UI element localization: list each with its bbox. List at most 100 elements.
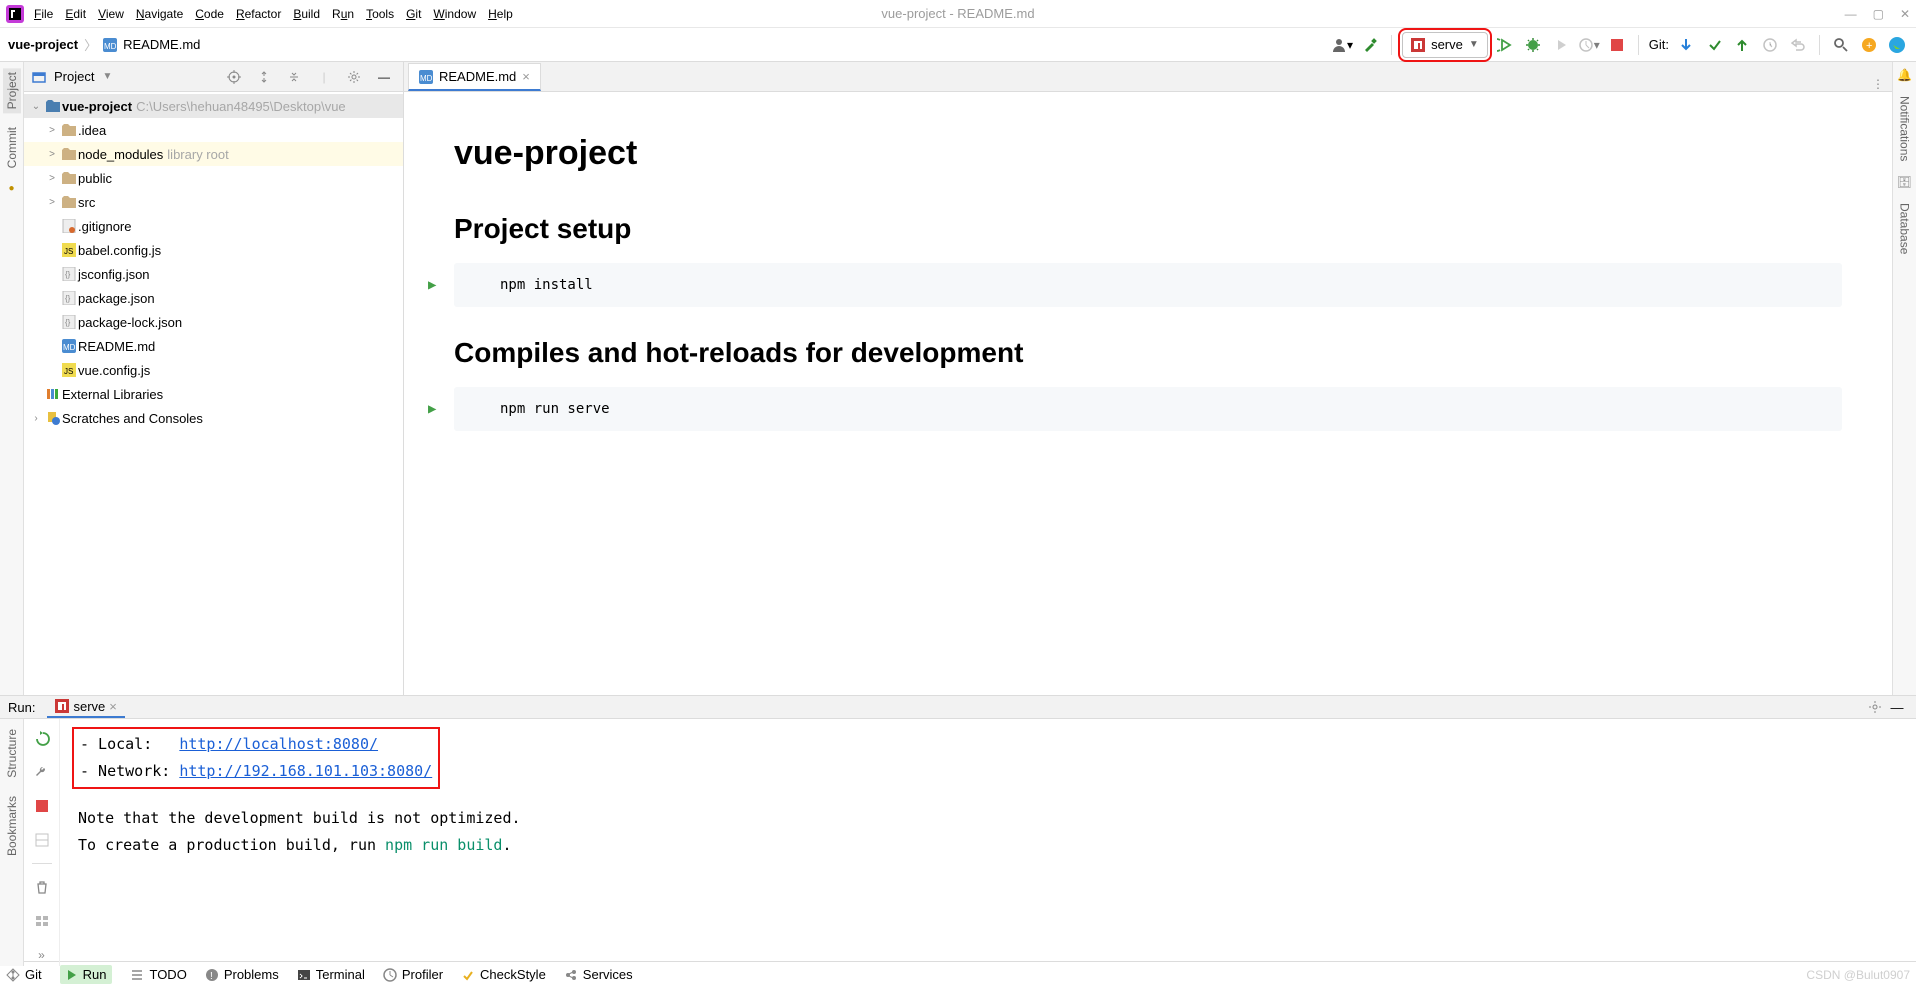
tree-item--gitignore[interactable]: .gitignore	[24, 214, 403, 238]
menu-help[interactable]: Help	[488, 7, 513, 21]
chevron-right-icon[interactable]: >	[44, 149, 60, 160]
status-run[interactable]: Run	[60, 965, 113, 984]
tree-item-jsconfig-json[interactable]: {}jsconfig.json	[24, 262, 403, 286]
status-problems[interactable]: !Problems	[205, 967, 279, 982]
gear-icon[interactable]	[1864, 696, 1886, 718]
chevron-right-icon[interactable]: >	[44, 173, 60, 184]
right-tab-database[interactable]: Database	[1896, 199, 1914, 258]
chevron-right-icon[interactable]: ›	[28, 413, 44, 424]
tree-item-package-json[interactable]: {}package.json	[24, 286, 403, 310]
menu-code[interactable]: Code	[195, 7, 224, 21]
chevron-right-icon[interactable]: >	[44, 197, 60, 208]
git-rollback-icon[interactable]	[1787, 34, 1809, 56]
tree-item-public[interactable]: >public	[24, 166, 403, 190]
stop-icon[interactable]	[31, 795, 53, 817]
tree-item-babel-config-js[interactable]: JSbabel.config.js	[24, 238, 403, 262]
close-tab-icon[interactable]: ×	[522, 69, 530, 84]
chevron-down-icon[interactable]: ⌄	[28, 101, 44, 112]
stop-icon[interactable]	[1606, 34, 1628, 56]
hide-icon[interactable]: —	[373, 66, 395, 88]
expand-icon[interactable]: »	[31, 944, 53, 966]
status-terminal[interactable]: Terminal	[297, 967, 365, 982]
layout-icon[interactable]	[31, 829, 53, 851]
menu-view[interactable]: View	[98, 7, 124, 21]
breadcrumb-file[interactable]: README.md	[123, 37, 200, 52]
right-tab-notifications[interactable]: Notifications	[1896, 92, 1914, 165]
project-pane-title[interactable]: Project	[54, 69, 94, 84]
tree-item-vue-config-js[interactable]: JSvue.config.js	[24, 358, 403, 382]
menu-build[interactable]: Build	[293, 7, 320, 21]
menu-git[interactable]: Git	[406, 7, 421, 21]
git-update-icon[interactable]	[1675, 34, 1697, 56]
expand-all-icon[interactable]	[253, 66, 275, 88]
wrench-icon[interactable]	[31, 761, 53, 783]
left-tab-structure[interactable]: Structure	[3, 725, 21, 782]
chevron-right-icon[interactable]: >	[44, 125, 60, 136]
tree-scratches[interactable]: › Scratches and Consoles	[24, 406, 403, 430]
run-gutter-icon[interactable]: ▶	[428, 277, 436, 293]
menu-window[interactable]: Window	[433, 7, 476, 21]
codewithme-icon[interactable]	[1886, 34, 1908, 56]
tree-item-src[interactable]: >src	[24, 190, 403, 214]
collapse-all-icon[interactable]	[283, 66, 305, 88]
md-h1: vue-project	[454, 134, 1842, 173]
close-tab-icon[interactable]: ×	[109, 699, 117, 714]
menu-run[interactable]: Run	[332, 7, 354, 21]
breadcrumb-root[interactable]: vue-project	[8, 37, 78, 52]
tree-item-package-lock-json[interactable]: {}package-lock.json	[24, 310, 403, 334]
build-hammer-icon[interactable]	[1359, 34, 1381, 56]
menu-navigate[interactable]: Navigate	[136, 7, 183, 21]
maximize-button[interactable]: ▢	[1873, 7, 1884, 21]
tree-external-libs[interactable]: External Libraries	[24, 382, 403, 406]
rerun-icon[interactable]	[31, 727, 53, 749]
minimize-button[interactable]: —	[1845, 7, 1857, 21]
menu-refactor[interactable]: Refactor	[236, 7, 281, 21]
left-tab-project[interactable]: Project	[3, 68, 21, 113]
git-commit-icon[interactable]	[1703, 34, 1725, 56]
profile-dropdown-icon[interactable]: ▾	[1578, 34, 1600, 56]
status-git[interactable]: Git	[6, 967, 42, 982]
tree-root[interactable]: ⌄ vue-project C:\Users\hehuan48495\Deskt…	[24, 94, 403, 118]
editor-tab-readme[interactable]: MD README.md ×	[408, 63, 541, 91]
database-icon[interactable]: 🗄	[1897, 175, 1912, 189]
status-todo[interactable]: TODO	[130, 967, 186, 982]
ide-settings-icon[interactable]: +	[1858, 34, 1880, 56]
debug-icon[interactable]	[1522, 34, 1544, 56]
left-tab-commit[interactable]: Commit	[3, 123, 21, 172]
chevron-down-icon[interactable]: ▼	[102, 71, 112, 82]
run-tab-serve[interactable]: serve ×	[47, 697, 124, 718]
close-button[interactable]: ✕	[1900, 7, 1910, 21]
gear-icon[interactable]	[343, 66, 365, 88]
coverage-icon[interactable]	[1550, 34, 1572, 56]
breadcrumb[interactable]: vue-project 〉 MD README.md	[8, 35, 200, 54]
status-services[interactable]: Services	[564, 967, 633, 982]
bell-icon[interactable]: 🔔	[1897, 68, 1912, 82]
local-url-link[interactable]: http://localhost:8080/	[179, 735, 378, 753]
run-rerun-icon[interactable]	[1494, 34, 1516, 56]
tree-item-README-md[interactable]: MDREADME.md	[24, 334, 403, 358]
menu-file[interactable]: File	[34, 7, 53, 21]
git-history-icon[interactable]	[1759, 34, 1781, 56]
libraries-icon	[44, 387, 62, 401]
menu-edit[interactable]: Edit	[65, 7, 86, 21]
menu-tools[interactable]: Tools	[366, 7, 394, 21]
tree-item--idea[interactable]: >.idea	[24, 118, 403, 142]
status-profiler[interactable]: Profiler	[383, 967, 443, 982]
project-view-icon	[32, 70, 46, 84]
tabs-more-icon[interactable]: ⋮	[1872, 77, 1884, 91]
git-push-icon[interactable]	[1731, 34, 1753, 56]
tree-item-node_modules[interactable]: >node_moduleslibrary root	[24, 142, 403, 166]
search-icon[interactable]	[1830, 34, 1852, 56]
user-dropdown-icon[interactable]: ▾	[1331, 34, 1353, 56]
network-url-link[interactable]: http://192.168.101.103:8080/	[179, 762, 432, 780]
run-console[interactable]: - Local: http://localhost:8080/ - Networ…	[60, 719, 1916, 966]
locate-icon[interactable]	[223, 66, 245, 88]
run-gutter-icon[interactable]: ▶	[428, 401, 436, 417]
project-tree[interactable]: ⌄ vue-project C:\Users\hehuan48495\Deskt…	[24, 92, 403, 695]
trash-icon[interactable]	[31, 876, 53, 898]
left-tab-bookmarks[interactable]: Bookmarks	[3, 792, 21, 860]
layout-settings-icon[interactable]	[31, 910, 53, 932]
run-config-selector[interactable]: serve ▼	[1402, 32, 1488, 58]
status-checkstyle[interactable]: CheckStyle	[461, 967, 546, 982]
hide-icon[interactable]: —	[1886, 696, 1908, 718]
